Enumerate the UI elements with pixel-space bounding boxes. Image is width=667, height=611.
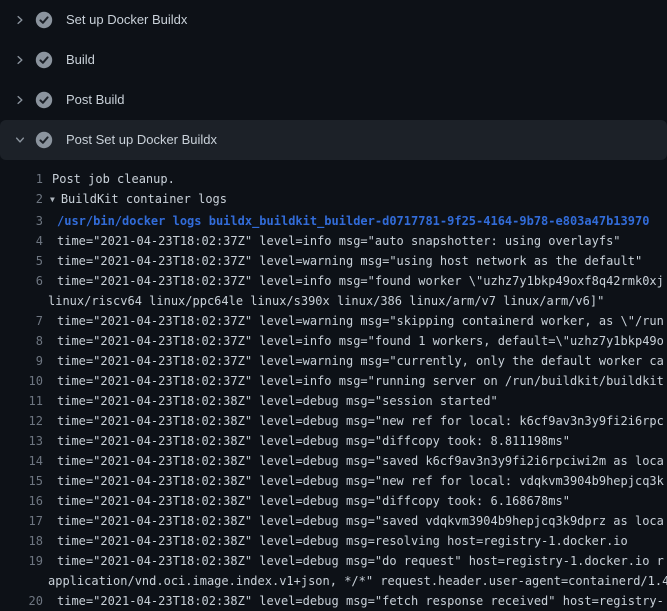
check-circle-icon [35,91,53,109]
log-line: 17 time="2021-04-23T18:02:38Z" level=deb… [0,511,667,531]
log-line: linux/riscv64 linux/ppc64le linux/s390x … [0,291,667,311]
log-line: 15 time="2021-04-23T18:02:38Z" level=deb… [0,471,667,491]
line-number[interactable]: 3 [0,211,43,231]
line-number[interactable]: 2 [0,189,43,211]
line-number[interactable]: 15 [0,471,43,491]
line-number[interactable]: 11 [0,391,43,411]
log-line-text: application/vnd.oci.image.index.v1+json,… [43,571,667,591]
line-number[interactable]: 5 [0,251,43,271]
log-line-text: time="2021-04-23T18:02:37Z" level=info m… [43,271,664,291]
log-line: 12 time="2021-04-23T18:02:38Z" level=deb… [0,411,667,431]
line-number[interactable]: 18 [0,531,43,551]
line-number[interactable]: 19 [0,551,43,571]
line-number[interactable]: 13 [0,431,43,451]
log-line-text: time="2021-04-23T18:02:37Z" level=warnin… [43,251,642,271]
line-number[interactable] [0,291,43,311]
log-line-text: time="2021-04-23T18:02:38Z" level=debug … [43,551,664,571]
log-line: 13 time="2021-04-23T18:02:38Z" level=deb… [0,431,667,451]
line-number[interactable]: 9 [0,351,43,371]
line-number[interactable] [0,571,43,591]
log-line-text: linux/riscv64 linux/ppc64le linux/s390x … [43,291,604,311]
step-row[interactable]: Build [0,40,667,80]
log-line: 18 time="2021-04-23T18:02:38Z" level=deb… [0,531,667,551]
log-line: 5 time="2021-04-23T18:02:37Z" level=warn… [0,251,667,271]
line-number[interactable]: 17 [0,511,43,531]
log-line-text: time="2021-04-23T18:02:37Z" level=info m… [43,371,664,391]
line-number[interactable]: 12 [0,411,43,431]
log-line-text: time="2021-04-23T18:02:38Z" level=debug … [43,411,664,431]
check-circle-icon [35,11,53,29]
log-line: 14 time="2021-04-23T18:02:38Z" level=deb… [0,451,667,471]
line-number[interactable]: 4 [0,231,43,251]
step-label: Set up Docker Buildx [66,12,187,28]
log-line-text: time="2021-04-23T18:02:37Z" level=info m… [43,331,664,351]
log-line: 1 Post job cleanup. [0,169,667,189]
line-number[interactable]: 10 [0,371,43,391]
log-line: 4 time="2021-04-23T18:02:37Z" level=info… [0,231,667,251]
log-line-text: time="2021-04-23T18:02:38Z" level=debug … [43,511,664,531]
log-line: 10 time="2021-04-23T18:02:37Z" level=inf… [0,371,667,391]
log-line: 6 time="2021-04-23T18:02:37Z" level=info… [0,271,667,291]
log-line: 2 ▼BuildKit container logs [0,189,667,211]
log-line-text: /usr/bin/docker logs buildx_buildkit_bui… [43,211,649,231]
log-line: 9 time="2021-04-23T18:02:37Z" level=warn… [0,351,667,371]
chevron-down-icon [12,132,28,148]
line-number[interactable]: 1 [0,169,43,189]
chevron-right-icon [12,92,28,108]
log-line-text: time="2021-04-23T18:02:38Z" level=debug … [43,391,498,411]
log-line-text: time="2021-04-23T18:02:38Z" level=debug … [43,491,570,511]
step-row[interactable]: Set up Docker Buildx [0,0,667,40]
step-label: Build [66,52,95,68]
log-line-text: time="2021-04-23T18:02:38Z" level=debug … [43,431,570,451]
log-line: 16 time="2021-04-23T18:02:38Z" level=deb… [0,491,667,511]
log-line: 3 /usr/bin/docker logs buildx_buildkit_b… [0,211,667,231]
line-number[interactable]: 20 [0,591,43,611]
line-number[interactable]: 6 [0,271,43,291]
log-line: 7 time="2021-04-23T18:02:37Z" level=warn… [0,311,667,331]
log-line-text: time="2021-04-23T18:02:38Z" level=debug … [43,531,628,551]
log-line-text: ▼BuildKit container logs [43,189,227,211]
log-area: 1 Post job cleanup. 2 ▼BuildKit containe… [0,160,667,611]
step-label: Post Set up Docker Buildx [66,132,217,148]
log-line-text: Post job cleanup. [43,169,175,189]
step-row[interactable]: Post Build [0,80,667,120]
log-line: 8 time="2021-04-23T18:02:37Z" level=info… [0,331,667,351]
chevron-right-icon [12,52,28,68]
log-line-text: time="2021-04-23T18:02:37Z" level=warnin… [43,311,664,331]
line-number[interactable]: 16 [0,491,43,511]
disclosure-triangle-icon[interactable]: ▼ [50,195,55,204]
log-line: 19 time="2021-04-23T18:02:38Z" level=deb… [0,551,667,571]
log-line: 11 time="2021-04-23T18:02:38Z" level=deb… [0,391,667,411]
check-circle-icon [35,51,53,69]
chevron-right-icon [12,12,28,28]
log-line: 20 time="2021-04-23T18:02:38Z" level=deb… [0,591,667,611]
log-line-text: time="2021-04-23T18:02:38Z" level=debug … [43,451,664,471]
log-line-text: time="2021-04-23T18:02:38Z" level=debug … [43,591,664,611]
check-circle-icon [35,131,53,149]
log-line: application/vnd.oci.image.index.v1+json,… [0,571,667,591]
step-row[interactable]: Post Set up Docker Buildx [0,120,667,160]
line-number[interactable]: 7 [0,311,43,331]
step-label: Post Build [66,92,125,108]
log-line-text: time="2021-04-23T18:02:37Z" level=warnin… [43,351,664,371]
log-line-text: time="2021-04-23T18:02:37Z" level=info m… [43,231,621,251]
log-line-text: time="2021-04-23T18:02:38Z" level=debug … [43,471,664,491]
line-number[interactable]: 14 [0,451,43,471]
line-number[interactable]: 8 [0,331,43,351]
steps-list: Set up Docker Buildx Build P [0,0,667,160]
